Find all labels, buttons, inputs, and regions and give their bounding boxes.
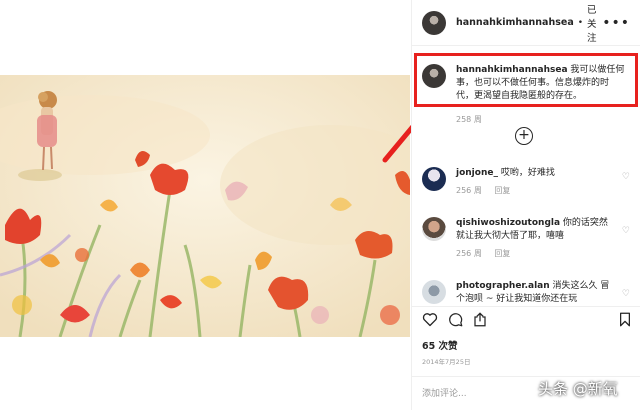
heart-icon[interactable] (422, 312, 438, 327)
comment-time[interactable]: 256 周 (456, 249, 482, 258)
comment-icon[interactable] (448, 312, 463, 327)
commenter-avatar[interactable] (422, 217, 446, 241)
caption-username[interactable]: hannahkimhannahsea (456, 65, 568, 75)
reply-button[interactable]: 回复 (494, 186, 510, 195)
post-image[interactable] (0, 75, 410, 337)
separator-dot: • (577, 17, 584, 28)
author-avatar[interactable] (422, 10, 446, 35)
post-details-panel: hannahkimhannahsea • 已关注 ••• hannahkimha… (411, 0, 640, 410)
reply-button[interactable]: 回复 (494, 249, 510, 258)
post-action-bar (412, 306, 640, 332)
caption-comment: hannahkimhannahsea 我可以做任何事，也可以不做任何事。信息爆炸… (422, 64, 632, 126)
share-icon[interactable] (473, 312, 487, 327)
bookmark-icon[interactable] (619, 312, 631, 327)
post-date: 2014年7月25日 (422, 358, 471, 366)
caption-author-avatar[interactable] (422, 64, 446, 88)
commenter-username[interactable]: photographer.alan (456, 281, 550, 291)
commenter-username[interactable]: qishiwoshizoutongla (456, 218, 560, 228)
post-image-pane (0, 0, 410, 410)
commenter-username[interactable]: jonjone_ (456, 168, 498, 178)
more-horizontal-icon[interactable]: ••• (602, 16, 630, 30)
comment-like-heart-icon[interactable]: ♡ (622, 226, 630, 236)
watercolor-illustration (0, 75, 410, 337)
comment-time[interactable]: 256 周 (456, 186, 482, 195)
comment-item: qishiwoshizoutongla 你的话突然就让我大彻大悟了耶，嘻嘻 25… (422, 217, 632, 260)
caption-time[interactable]: 258 周 (456, 115, 482, 124)
watermark-text: 头条 @新氧 (538, 380, 618, 398)
comment-text: 哎哟，好难找 (500, 168, 555, 178)
load-more-comments-icon[interactable]: + (515, 127, 533, 145)
post-header: hannahkimhannahsea • 已关注 ••• (412, 0, 640, 46)
commenter-avatar[interactable] (422, 280, 446, 304)
comment-item: jonjone_ 哎哟，好难找 256 周 回复 (422, 167, 632, 197)
comment-item: photographer.alan 消失这么久 冒个泡呗 ~ 好让我知道你还在玩 (422, 280, 632, 306)
add-comment-placeholder: 添加评论... (422, 389, 467, 399)
follow-status[interactable]: 已关注 (587, 2, 602, 44)
commenter-avatar[interactable] (422, 167, 446, 191)
comment-like-heart-icon[interactable]: ♡ (622, 289, 630, 299)
comment-like-heart-icon[interactable]: ♡ (622, 172, 630, 182)
likes-count[interactable]: 65 次赞 (422, 338, 458, 352)
author-username[interactable]: hannahkimhannahsea (456, 17, 574, 28)
